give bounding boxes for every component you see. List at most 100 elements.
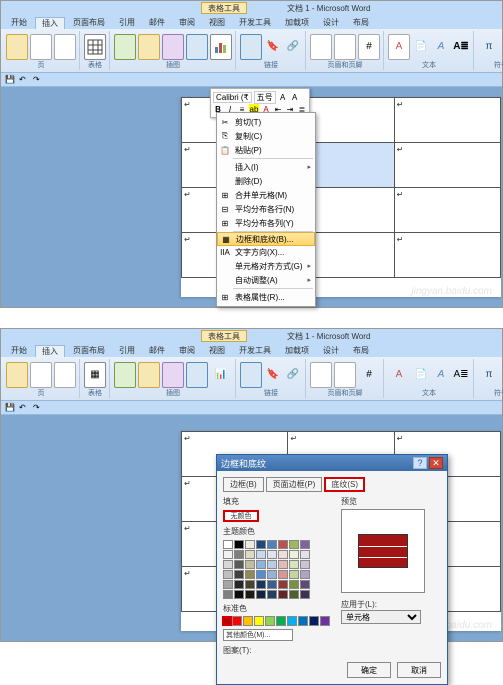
- tab-insert[interactable]: 插入: [35, 17, 65, 29]
- color-swatch[interactable]: [300, 580, 310, 589]
- shapes-button[interactable]: [162, 362, 184, 388]
- cell[interactable]: ↵: [394, 188, 500, 233]
- color-swatch[interactable]: [289, 540, 299, 549]
- color-swatch[interactable]: [256, 550, 266, 559]
- quickparts-button[interactable]: 📄: [412, 366, 430, 384]
- menu-autofit[interactable]: 自动调整(A)▸: [217, 273, 315, 287]
- color-swatch[interactable]: [300, 570, 310, 579]
- color-swatch[interactable]: [278, 570, 288, 579]
- grow-font-icon[interactable]: A: [278, 92, 288, 102]
- smartart-button[interactable]: [186, 34, 208, 60]
- color-swatch[interactable]: [276, 616, 286, 626]
- color-swatch[interactable]: [234, 550, 244, 559]
- color-swatch[interactable]: [232, 616, 242, 626]
- cancel-button[interactable]: 取消: [397, 662, 441, 678]
- cover-page-button[interactable]: [6, 362, 28, 388]
- tab-mail[interactable]: 邮件: [143, 345, 171, 357]
- color-swatch[interactable]: [287, 616, 297, 626]
- color-swatch[interactable]: [278, 590, 288, 599]
- menu-tableprops[interactable]: ⊞表格属性(R)...: [217, 290, 315, 304]
- cover-page-button[interactable]: [6, 34, 28, 60]
- color-swatch[interactable]: [289, 590, 299, 599]
- chart-button[interactable]: [210, 34, 232, 60]
- cell[interactable]: ↵: [394, 233, 500, 278]
- undo-icon[interactable]: ↶: [19, 403, 29, 413]
- dropcap-button[interactable]: A≣: [452, 38, 470, 56]
- redo-icon[interactable]: ↷: [33, 75, 43, 85]
- color-swatch[interactable]: [245, 590, 255, 599]
- color-swatch[interactable]: [245, 570, 255, 579]
- dialog-titlebar[interactable]: 边框和底纹 ? ✕: [217, 455, 447, 471]
- color-swatch[interactable]: [267, 550, 277, 559]
- color-swatch[interactable]: [300, 540, 310, 549]
- color-swatch[interactable]: [234, 590, 244, 599]
- textbox-button[interactable]: A: [388, 34, 410, 60]
- tab-addins[interactable]: 加载项: [279, 345, 315, 357]
- menu-copy[interactable]: ⎘复制(C): [217, 129, 315, 143]
- color-swatch[interactable]: [278, 580, 288, 589]
- crossref-button[interactable]: 🔗: [284, 38, 302, 56]
- tab-home[interactable]: 开始: [5, 345, 33, 357]
- menu-merge[interactable]: ⊞合并单元格(M): [217, 188, 315, 202]
- menu-textdir[interactable]: IIA文字方向(X)...: [217, 245, 315, 259]
- color-swatch[interactable]: [223, 570, 233, 579]
- picture-button[interactable]: [114, 34, 136, 60]
- menu-delete[interactable]: 删除(D): [217, 174, 315, 188]
- color-swatch[interactable]: [289, 560, 299, 569]
- table-tools-tab[interactable]: 表格工具: [201, 2, 247, 14]
- table-button[interactable]: ▦: [84, 362, 106, 388]
- tab-ref[interactable]: 引用: [113, 345, 141, 357]
- color-swatch[interactable]: [223, 580, 233, 589]
- close-button[interactable]: ✕: [429, 457, 443, 469]
- redo-icon[interactable]: ↷: [33, 403, 43, 413]
- color-swatch[interactable]: [300, 550, 310, 559]
- header-button[interactable]: [310, 362, 332, 388]
- dropcap-button[interactable]: A≣: [452, 366, 470, 384]
- wordart-button[interactable]: A: [432, 38, 450, 56]
- menu-paste[interactable]: 📋粘贴(P): [217, 143, 315, 157]
- color-swatch[interactable]: [223, 560, 233, 569]
- color-swatch[interactable]: [278, 540, 288, 549]
- shapes-button[interactable]: [162, 34, 184, 60]
- cell[interactable]: ↵: [394, 98, 500, 143]
- color-swatch[interactable]: [256, 540, 266, 549]
- shrink-font-icon[interactable]: A: [290, 92, 300, 102]
- tab-layout[interactable]: 页面布局: [67, 345, 111, 357]
- color-swatch[interactable]: [234, 540, 244, 549]
- equation-button[interactable]: π: [478, 34, 500, 60]
- smartart-button[interactable]: [186, 362, 208, 388]
- color-swatch[interactable]: [243, 616, 253, 626]
- textbox-button[interactable]: A: [388, 362, 410, 388]
- tab-view[interactable]: 视图: [203, 17, 231, 29]
- equation-button[interactable]: π: [478, 362, 500, 388]
- tab-dev[interactable]: 开发工具: [233, 345, 277, 357]
- color-swatch[interactable]: [309, 616, 319, 626]
- color-swatch[interactable]: [256, 580, 266, 589]
- blank-page-button[interactable]: [30, 362, 52, 388]
- color-swatch[interactable]: [289, 550, 299, 559]
- color-swatch[interactable]: [245, 580, 255, 589]
- nofill-swatch[interactable]: 无颜色: [223, 510, 259, 522]
- tab-layout2[interactable]: 布局: [347, 345, 375, 357]
- cell[interactable]: ↵: [394, 143, 500, 188]
- color-swatch[interactable]: [300, 590, 310, 599]
- size-combo[interactable]: 五号: [254, 91, 276, 104]
- pagenum-button[interactable]: #: [358, 34, 380, 60]
- color-swatch[interactable]: [254, 616, 264, 626]
- picture-button[interactable]: [114, 362, 136, 388]
- table-tools-tab[interactable]: 表格工具: [201, 330, 247, 342]
- ok-button[interactable]: 确定: [347, 662, 391, 678]
- color-swatch[interactable]: [223, 540, 233, 549]
- pagenum-button[interactable]: #: [358, 362, 380, 388]
- header-button[interactable]: [310, 34, 332, 60]
- color-swatch[interactable]: [320, 616, 330, 626]
- color-swatch[interactable]: [267, 570, 277, 579]
- more-colors-button[interactable]: 其他颜色(M)...: [223, 629, 293, 641]
- page-break-button[interactable]: [54, 362, 76, 388]
- tab-dev[interactable]: 开发工具: [233, 17, 277, 29]
- color-swatch[interactable]: [267, 540, 277, 549]
- page-break-button[interactable]: [54, 34, 76, 60]
- tab-mail[interactable]: 邮件: [143, 17, 171, 29]
- color-swatch[interactable]: [289, 570, 299, 579]
- clipart-button[interactable]: [138, 362, 160, 388]
